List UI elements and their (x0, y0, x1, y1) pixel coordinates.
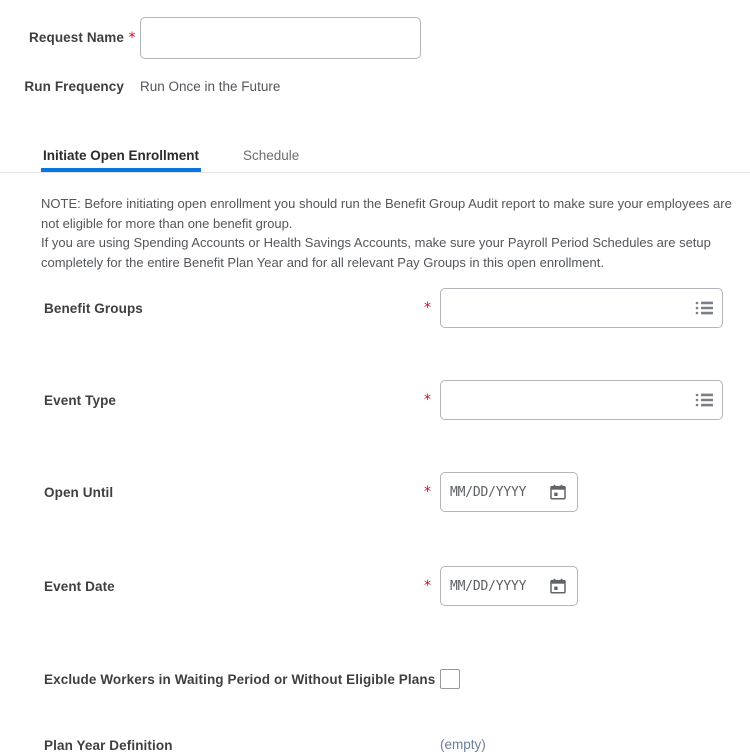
open-until-label: Open Until (44, 484, 114, 500)
event-type-label: Event Type (44, 392, 117, 408)
tab-list: Initiate Open Enrollment Schedule (0, 132, 750, 172)
tab-bar-divider (0, 172, 750, 173)
exclude-workers-field-wrapper (440, 669, 460, 689)
open-until-date-input[interactable]: MM/DD/YYYY (440, 472, 578, 512)
calendar-icon[interactable] (550, 578, 566, 594)
benefit-groups-required-marker: * (424, 300, 431, 316)
event-date-date-placeholder: MM/DD/YYYY (450, 578, 527, 594)
run-frequency-label: Run Frequency (24, 78, 124, 94)
open-until-required-marker: * (424, 484, 431, 500)
benefit-groups-row: Benefit Groups * (0, 286, 750, 330)
benefit-groups-input[interactable] (440, 288, 723, 328)
plan-year-definition-field-wrapper: (empty) (440, 736, 486, 754)
event-date-field-wrapper: MM/DD/YYYY (440, 566, 578, 606)
plan-year-definition-label: Plan Year Definition (44, 737, 173, 753)
plan-year-definition-row: Plan Year Definition (empty) (0, 734, 750, 756)
request-name-required-marker: * (128, 29, 136, 46)
tab-bar: Initiate Open Enrollment Schedule (0, 132, 750, 173)
event-type-row: Event Type * (0, 378, 750, 422)
note-line-2: If you are using Spending Accounts or He… (41, 235, 711, 270)
form-area: Benefit Groups * Event Type * Open Until… (0, 286, 750, 753)
request-name-row: Request Name * (0, 15, 421, 60)
event-type-required-marker: * (424, 392, 431, 408)
request-name-input[interactable] (140, 16, 421, 59)
run-frequency-value: Run Once in the Future (140, 78, 281, 94)
list-prompt-icon[interactable] (695, 393, 713, 407)
event-type-field-wrapper (440, 380, 723, 420)
exclude-workers-label: Exclude Workers in Waiting Period or Wit… (44, 671, 436, 687)
exclude-workers-checkbox[interactable] (440, 669, 460, 689)
exclude-workers-row: Exclude Workers in Waiting Period or Wit… (0, 666, 750, 692)
benefit-groups-label: Benefit Groups (44, 300, 143, 316)
benefit-groups-field-wrapper (440, 288, 723, 328)
event-date-label: Event Date (44, 578, 115, 594)
plan-year-definition-value: (empty) (440, 737, 486, 752)
open-until-row: Open Until * MM/DD/YYYY (0, 470, 750, 514)
open-until-date-placeholder: MM/DD/YYYY (450, 484, 527, 500)
open-until-field-wrapper: MM/DD/YYYY (440, 472, 578, 512)
list-prompt-icon[interactable] (695, 301, 713, 315)
tab-initiate-open-enrollment[interactable]: Initiate Open Enrollment (41, 148, 202, 172)
request-name-label: Request Name (29, 30, 124, 45)
event-type-input[interactable] (440, 380, 723, 420)
tab-schedule[interactable]: Schedule (241, 148, 301, 172)
run-frequency-row: Run Frequency Run Once in the Future (0, 74, 280, 98)
event-date-date-input[interactable]: MM/DD/YYYY (440, 566, 578, 606)
event-date-row: Event Date * MM/DD/YYYY (0, 564, 750, 608)
calendar-icon[interactable] (550, 484, 566, 500)
note-line-1: NOTE: Before initiating open enrollment … (41, 196, 732, 231)
note-block: NOTE: Before initiating open enrollment … (41, 194, 741, 272)
event-date-required-marker: * (424, 578, 431, 594)
